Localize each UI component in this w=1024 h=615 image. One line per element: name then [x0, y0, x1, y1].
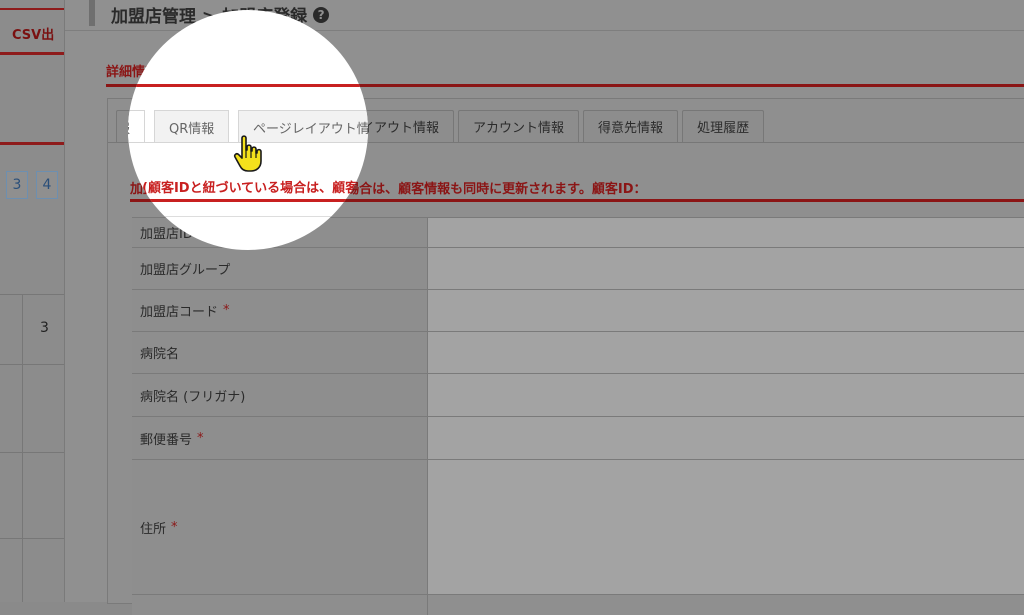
form-row-store-group: 加盟店グループ — [132, 247, 1024, 289]
tab-account-info[interactable]: アカウント情報 — [458, 110, 580, 142]
bg-table-line — [0, 538, 64, 539]
field-label: 住所 * — [132, 460, 428, 594]
store-code-field[interactable] — [428, 290, 1024, 331]
bg-divider — [0, 52, 64, 55]
address-field[interactable] — [428, 460, 1024, 594]
bg-divider — [0, 142, 64, 145]
field-label: 病院名 (フリガナ) — [132, 374, 428, 416]
hand-pointer-icon — [233, 135, 262, 172]
tab-qr-info-highlighted[interactable]: QR情報 — [154, 110, 230, 143]
store-id-field[interactable] — [428, 218, 1024, 247]
form-row-hospital-name: 病院名 — [132, 331, 1024, 373]
hospital-kana-field[interactable] — [428, 374, 1024, 416]
field-label: 郵便番号 * — [132, 417, 428, 459]
bg-table-line — [0, 452, 64, 453]
store-id-label-highlighted: 加盟店ID* — [128, 216, 364, 248]
tab-history[interactable]: 処理履歴 — [682, 110, 765, 142]
tab-store-info-highlighted[interactable]: 加盟店情報 — [128, 110, 146, 143]
store-group-field[interactable] — [428, 248, 1024, 289]
bg-table-vline — [22, 294, 23, 602]
field-label: 加盟店コード * — [132, 290, 428, 331]
store-info-divider — [128, 199, 368, 202]
bg-row-number: 3 — [40, 320, 49, 336]
form-row-address: 住所 * — [132, 459, 1024, 594]
field-label: 加盟店グループ — [132, 248, 428, 289]
section-divider — [128, 84, 368, 87]
bg-divider — [0, 8, 64, 10]
csv-export-button[interactable]: CSV出 — [12, 24, 54, 43]
pagination-page-3[interactable]: 3 — [6, 171, 28, 199]
postal-code-field[interactable] — [428, 417, 1024, 459]
spotlight-content: 加盟店情報 QR情報 ページレイアウト情報 加盟店情報 (顧客IDと紐づいている… — [128, 10, 368, 250]
store-info-heading-highlighted: 加盟店情報 (顧客IDと紐づいている場合は、顧客情報も同時に更新されます。顧客I… — [128, 181, 368, 196]
next-field — [428, 595, 1024, 615]
form-row-next — [132, 594, 1024, 615]
form-row-store-code: 加盟店コード * — [132, 289, 1024, 331]
hospital-name-field[interactable] — [428, 332, 1024, 373]
tab-customer-info[interactable]: 得意先情報 — [583, 110, 679, 142]
field-label — [132, 595, 428, 615]
bg-table-line — [0, 294, 64, 295]
bg-table-line — [0, 364, 64, 365]
form-row-hospital-kana: 病院名 (フリガナ) — [132, 373, 1024, 416]
form-row-postal-code: 郵便番号 * — [132, 416, 1024, 459]
field-label: 病院名 — [132, 332, 428, 373]
store-form: 加盟店ID* 加盟店グループ 加盟店コード* 病院名 病院名 (フリガナ) 郵便… — [132, 217, 1024, 615]
spotlight-highlight: 加盟店情報 QR情報 ページレイアウト情報 加盟店情報 (顧客IDと紐づいている… — [128, 10, 368, 250]
pagination-page-4[interactable]: 4 — [36, 171, 58, 199]
